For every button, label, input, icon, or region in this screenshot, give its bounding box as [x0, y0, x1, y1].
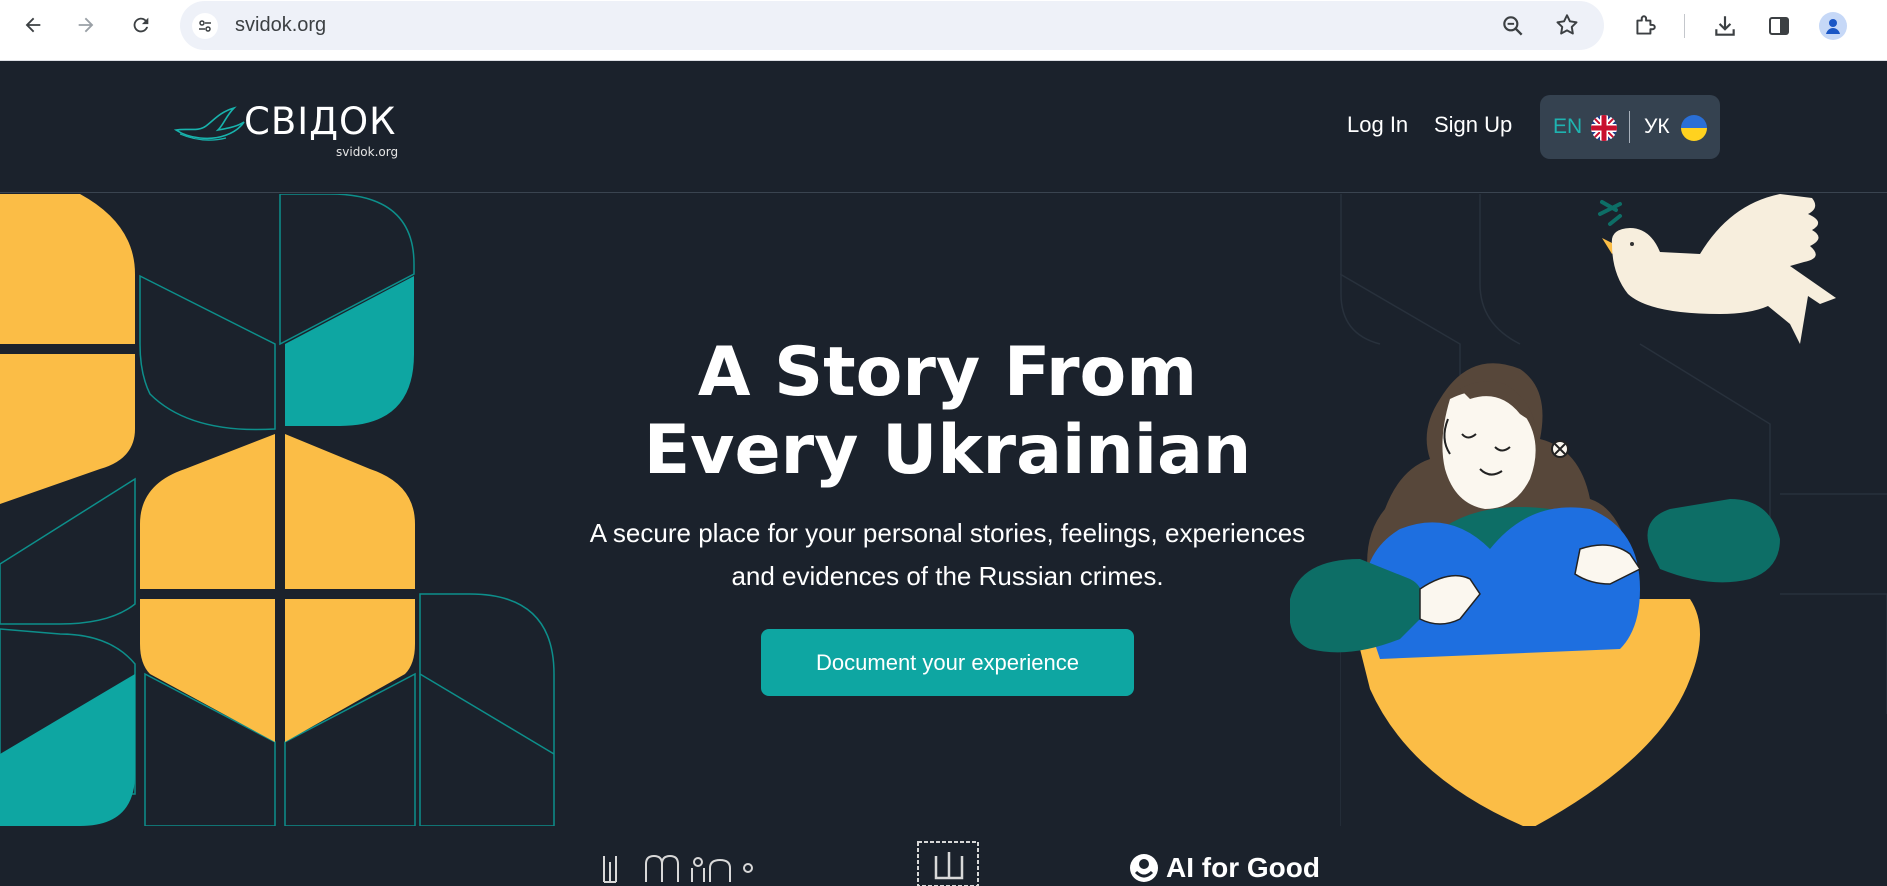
hero-title-line2: Every Ukrainian — [643, 411, 1252, 490]
partners-strip: AI for Good — [0, 826, 1887, 886]
site-logo[interactable]: СВІДОК svidok.org — [174, 100, 414, 160]
dove-logo-icon — [174, 106, 245, 141]
ukraine-emblem-logo[interactable] — [914, 838, 984, 886]
hero-title-line1: A Story From — [697, 333, 1198, 412]
downloads-icon[interactable] — [1710, 11, 1740, 41]
login-link[interactable]: Log In — [1347, 112, 1408, 138]
ukraine-flag-icon[interactable] — [1680, 114, 1708, 142]
woman-hugging-heart-illustration — [1290, 363, 1780, 826]
zoom-icon[interactable] — [1500, 13, 1526, 43]
url-text[interactable]: svidok.org — [235, 14, 326, 37]
signup-link[interactable]: Sign Up — [1434, 112, 1512, 138]
reload-icon[interactable] — [126, 10, 156, 40]
document-experience-button[interactable]: Document your experience — [761, 629, 1134, 696]
address-bar[interactable]: svidok.org — [180, 1, 1604, 50]
bookmark-star-icon[interactable] — [1554, 12, 1580, 42]
toolbar-divider — [1684, 14, 1685, 38]
hero-subtitle-line2: and evidences of the Russian crimes. — [731, 561, 1164, 591]
logo-wordmark: СВІДОК — [244, 100, 397, 143]
logo-subdomain: svidok.org — [336, 145, 399, 159]
lang-en-option[interactable]: EN — [1553, 115, 1582, 139]
site-info-icon[interactable] — [192, 13, 218, 39]
hero-title: A Story From Every Ukrainian — [560, 334, 1335, 490]
ai-for-good-logo[interactable]: AI for Good — [1128, 852, 1320, 884]
lang-uk-option[interactable]: УК — [1644, 115, 1670, 139]
uk-flag-icon[interactable] — [1590, 114, 1618, 142]
forward-icon[interactable] — [71, 10, 101, 40]
ministry-partner-logo[interactable] — [598, 852, 754, 886]
hero-subtitle-line1: A secure place for your personal stories… — [589, 518, 1306, 548]
decorative-ornament-left — [0, 194, 555, 826]
language-switcher: EN УК — [1540, 95, 1720, 159]
site-header: СВІДОК svidok.org Log In Sign Up EN УК — [0, 62, 1887, 193]
ai-for-good-icon — [1130, 854, 1158, 882]
profile-icon[interactable] — [1818, 11, 1848, 41]
dove-illustration — [1598, 194, 1836, 344]
ai-for-good-label: AI for Good — [1166, 852, 1320, 883]
browser-toolbar: svidok.org — [0, 0, 1887, 61]
hero-subtitle: A secure place for your personal stories… — [540, 512, 1355, 598]
lang-divider — [1629, 111, 1630, 143]
side-panel-icon[interactable] — [1764, 11, 1794, 41]
extensions-icon[interactable] — [1630, 11, 1660, 41]
back-icon[interactable] — [18, 10, 48, 40]
hero-section: A Story From Every Ukrainian A secure pl… — [0, 194, 1887, 826]
